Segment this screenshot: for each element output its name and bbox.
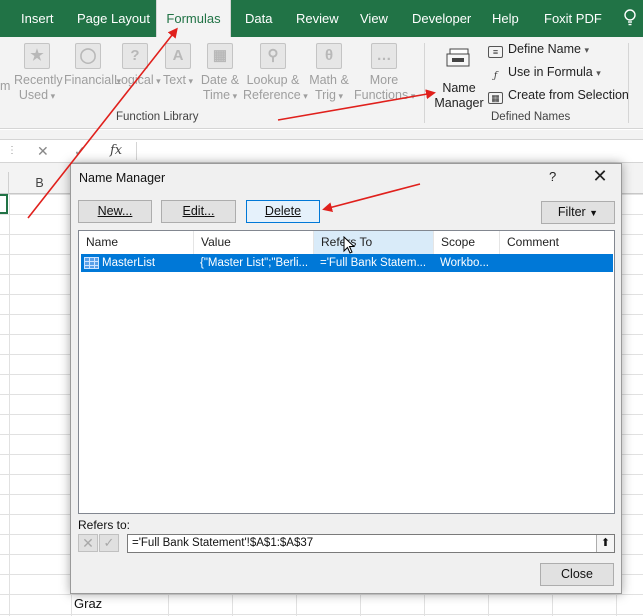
refers-to-input[interactable]: ='Full Bank Statement'!$A$1:$A$37 ⬆ xyxy=(127,534,615,553)
delete-button[interactable]: Delete xyxy=(246,200,320,223)
define-name-button[interactable]: ≡ Define Name xyxy=(488,42,589,58)
column-header-a[interactable] xyxy=(0,172,9,194)
grid-column-line xyxy=(9,194,10,616)
formula-bar-row: ⋮ ✕ ✓ fx xyxy=(0,139,643,163)
table-row[interactable]: MasterList {"Master List";"Berli... ='Fu… xyxy=(81,254,613,272)
tab-insert[interactable]: Insert xyxy=(21,0,54,37)
new-button[interactable]: New... xyxy=(78,200,152,223)
tab-formulas[interactable]: Formulas xyxy=(156,0,231,37)
theta-icon: θ xyxy=(316,43,342,69)
tab-review[interactable]: Review xyxy=(296,0,339,37)
cancel-edit-icon[interactable]: ✕ xyxy=(78,534,98,552)
active-cell-outline xyxy=(0,194,8,214)
chevron-down-icon: ▼ xyxy=(589,208,599,218)
confirm-edit-icon[interactable]: ✓ xyxy=(99,534,119,552)
tab-view[interactable]: View xyxy=(360,0,388,37)
filter-button[interactable]: Filter ▼ xyxy=(541,201,615,224)
tab-help[interactable]: Help xyxy=(492,0,519,37)
magnifier-icon: ⚲ xyxy=(260,43,286,69)
fx-icon: ƒ xyxy=(493,71,498,81)
financial-button[interactable]: ◯ Financial xyxy=(64,41,114,89)
coins-icon: ◯ xyxy=(75,43,101,69)
mouse-cursor-icon xyxy=(343,236,356,254)
text-functions-button[interactable]: A Text xyxy=(162,41,194,89)
more-functions-button[interactable]: … More Functions xyxy=(354,41,414,104)
collapse-dialog-icon[interactable]: ⬆ xyxy=(596,535,614,552)
ribbon-group-separator xyxy=(628,43,629,123)
close-icon[interactable]: ✕ xyxy=(589,166,611,188)
dialog-title: Name Manager xyxy=(79,171,166,185)
use-in-formula-button[interactable]: ƒ Use in Formula xyxy=(488,65,601,83)
lightbulb-icon[interactable] xyxy=(622,8,638,26)
text-a-icon: A xyxy=(165,43,191,69)
cancel-entry-icon[interactable]: ✕ xyxy=(37,143,49,160)
math-trig-button[interactable]: θ Math & Trig xyxy=(307,41,351,104)
partial-ribbon-label: m xyxy=(0,79,11,93)
help-button[interactable]: ? xyxy=(549,169,556,184)
cell-graz[interactable]: Graz xyxy=(74,596,102,611)
column-header-scope[interactable]: Scope xyxy=(434,231,500,254)
edit-button[interactable]: Edit... xyxy=(161,200,236,223)
row-scope: Workbo... xyxy=(440,257,489,269)
ribbon-group-separator xyxy=(424,43,425,123)
row-refers-to: ='Full Bank Statem... xyxy=(320,257,427,269)
column-header-comment[interactable]: Comment xyxy=(500,231,614,254)
names-list[interactable]: Name Value Refers To Scope Comment Maste… xyxy=(78,230,615,514)
name-manager-icon xyxy=(446,48,470,67)
drag-handle-icon[interactable]: ⋮ xyxy=(7,145,17,156)
column-header-refers-to[interactable]: Refers To xyxy=(314,231,434,254)
row-value: {"Master List";"Berli... xyxy=(200,257,309,269)
ribbon-panel: m ★ Recently Used ◯ Financial ? Logical … xyxy=(0,37,643,129)
logical-button[interactable]: ? Logical xyxy=(114,41,156,89)
tab-developer[interactable]: Developer xyxy=(412,0,471,37)
lookup-reference-button[interactable]: ⚲ Lookup & Reference xyxy=(243,41,303,104)
close-button[interactable]: Close xyxy=(540,563,614,586)
column-header-b[interactable]: B xyxy=(9,172,71,194)
tab-page-layout[interactable]: Page Layout xyxy=(77,0,150,37)
tag-icon: ≡ xyxy=(488,46,503,58)
column-header-name[interactable]: Name xyxy=(79,231,194,254)
name-manager-button[interactable]: Name Manager xyxy=(432,41,486,111)
star-icon: ★ xyxy=(24,43,50,69)
named-range-icon xyxy=(84,257,99,269)
confirm-entry-icon[interactable]: ✓ xyxy=(74,143,86,160)
ellipsis-icon: … xyxy=(371,43,397,69)
defined-names-group-label: Defined Names xyxy=(491,111,571,123)
name-manager-dialog: Name Manager ? ✕ New... Edit... Delete F… xyxy=(70,163,622,594)
tab-data[interactable]: Data xyxy=(245,0,272,37)
insert-function-icon[interactable]: fx xyxy=(110,143,122,158)
tab-foxit-pdf[interactable]: Foxit PDF xyxy=(544,0,602,37)
column-header-value[interactable]: Value xyxy=(194,231,314,254)
date-time-button[interactable]: ▦ Date & Time xyxy=(199,41,241,104)
grid-icon: ▦ xyxy=(488,92,503,104)
ribbon-tab-bar: Insert Page Layout Formulas Data Review … xyxy=(0,0,643,37)
recently-used-button[interactable]: ★ Recently Used xyxy=(14,41,63,104)
question-icon: ? xyxy=(122,43,148,69)
row-name: MasterList xyxy=(102,257,156,269)
formula-bar-divider xyxy=(136,142,137,160)
row-comment xyxy=(506,254,606,272)
function-library-group-label: Function Library xyxy=(116,111,199,123)
calendar-icon: ▦ xyxy=(207,43,233,69)
refers-to-label: Refers to: xyxy=(78,518,131,532)
create-from-selection-button[interactable]: ▦ Create from Selection xyxy=(488,88,629,104)
